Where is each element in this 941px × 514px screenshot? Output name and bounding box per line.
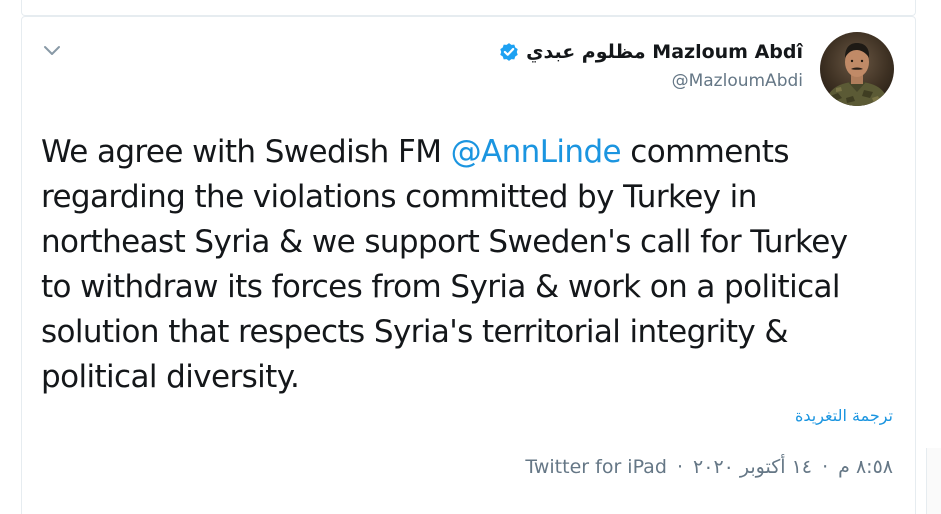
tweet-text-part1: We agree with Swedish FM bbox=[41, 134, 451, 170]
avatar[interactable] bbox=[820, 32, 894, 106]
tweet-metadata: ٨:٥٨ م · ١٤ أكتوبر ٢٠٢٠ · Twitter for iP… bbox=[525, 453, 893, 481]
tweet-view: مظلوم عبدي Mazloum Abdî @MazloumAbdi We … bbox=[0, 0, 941, 514]
tweet-author: مظلوم عبدي Mazloum Abdî @MazloumAbdi bbox=[498, 38, 803, 96]
previous-card-edge bbox=[21, 0, 916, 16]
tweet-date[interactable]: ١٤ أكتوبر ٢٠٢٠ bbox=[693, 456, 812, 478]
mention-link[interactable]: @AnnLinde bbox=[451, 134, 622, 170]
meta-separator: · bbox=[676, 456, 683, 478]
tweet-time[interactable]: ٨:٥٨ م bbox=[838, 456, 893, 478]
avatar-photo bbox=[824, 43, 890, 106]
translate-tweet-link[interactable]: ترجمة التغريدة bbox=[795, 406, 893, 425]
tweet-menu-button[interactable] bbox=[38, 38, 66, 64]
author-name-link[interactable]: مظلوم عبدي Mazloum Abdî bbox=[498, 38, 803, 66]
scrollbar[interactable] bbox=[926, 448, 941, 514]
tweet-source[interactable]: Twitter for iPad bbox=[525, 456, 666, 478]
author-display-name: مظلوم عبدي Mazloum Abdî bbox=[526, 41, 803, 63]
author-handle[interactable]: @MazloumAbdi bbox=[498, 66, 803, 96]
tweet-text: We agree with Swedish FM @AnnLinde comme… bbox=[41, 130, 881, 400]
verified-badge-icon bbox=[498, 41, 520, 63]
tweet-text-part2: comments regarding the violations commit… bbox=[41, 134, 848, 395]
chevron-down-icon bbox=[43, 42, 61, 61]
meta-separator: · bbox=[822, 456, 829, 478]
